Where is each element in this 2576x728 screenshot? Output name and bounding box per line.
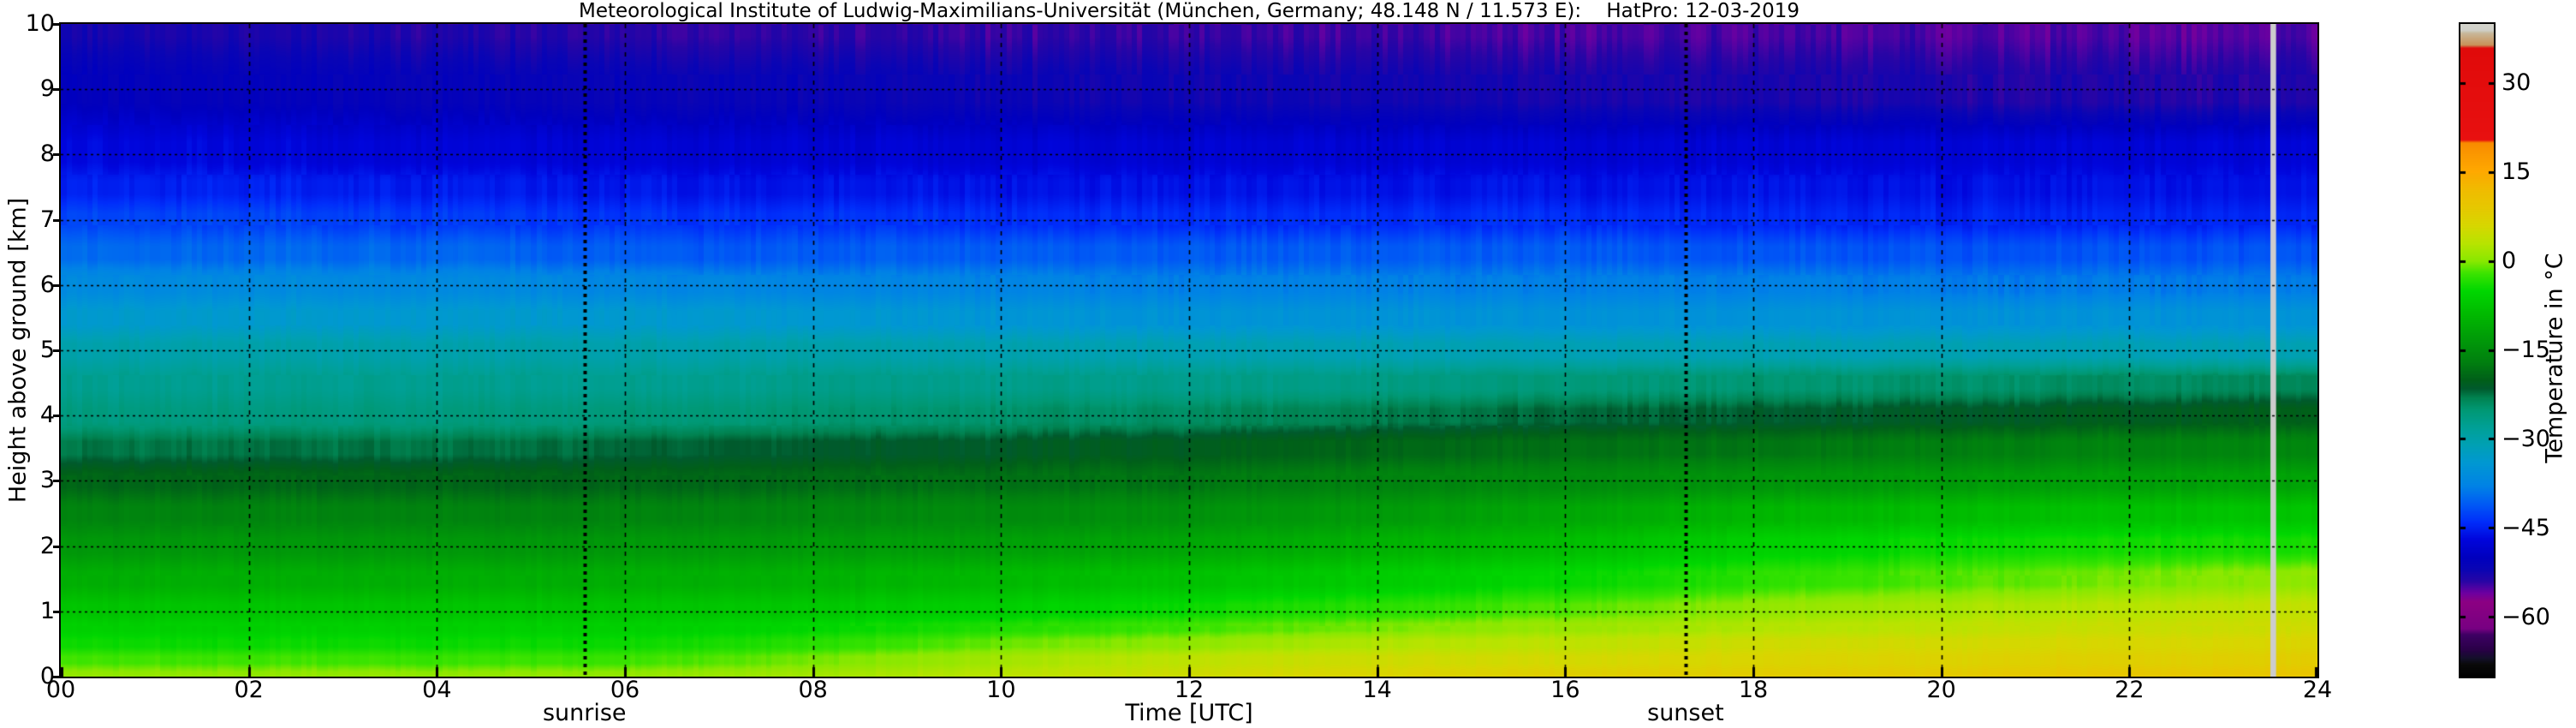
y-tick-mark xyxy=(53,676,61,678)
y-tick-mark xyxy=(53,88,61,92)
figure: Meteorological Institute of Ludwig-Maxim… xyxy=(0,0,2576,728)
y-tick-label: 1 xyxy=(39,597,55,624)
x-tick-label: 18 xyxy=(1738,677,1769,703)
y-tick-mark xyxy=(53,415,61,418)
y-tick-label: 9 xyxy=(39,75,55,103)
y-tick-label: 0 xyxy=(39,663,55,689)
x-tick-label: 20 xyxy=(1926,677,1956,703)
y-tick-mark xyxy=(53,349,61,352)
y-tick-mark xyxy=(53,23,61,26)
colorbar-tick-label: 15 xyxy=(2502,158,2531,186)
x-tick-label: 06 xyxy=(610,677,640,703)
colorbar-tick-label: 30 xyxy=(2502,69,2531,97)
y-tick-mark xyxy=(53,610,61,613)
x-tick-label: 16 xyxy=(1550,677,1580,703)
y-tick-mark xyxy=(53,218,61,222)
y-tick-label: 10 xyxy=(25,10,55,37)
y-tick-mark xyxy=(53,153,61,157)
colorbar-tick-label: 0 xyxy=(2502,248,2517,275)
colorbar-canvas xyxy=(2459,22,2496,678)
heatmap-canvas xyxy=(59,22,2319,678)
y-axis-label: Height above ground [km] xyxy=(4,197,32,504)
colorbar-tick-label: −60 xyxy=(2502,603,2550,630)
y-tick-mark xyxy=(53,283,61,287)
x-tick-label: 24 xyxy=(2302,677,2333,703)
x-tick-label: 12 xyxy=(1174,677,1205,703)
x-tick-label: 04 xyxy=(422,677,452,703)
x-tick-label: 10 xyxy=(986,677,1016,703)
y-tick-label: 8 xyxy=(39,140,55,168)
x-tick-label: 02 xyxy=(234,677,264,703)
x-tick-label: 08 xyxy=(798,677,828,703)
y-tick-mark xyxy=(53,545,61,548)
chart-title: Meteorological Institute of Ludwig-Maxim… xyxy=(578,0,1800,22)
sunrise-annotation: sunrise xyxy=(542,700,627,726)
x-tick-label: 22 xyxy=(2115,677,2145,703)
y-tick-mark xyxy=(53,480,61,483)
x-axis-label: Time [UTC] xyxy=(1125,700,1253,726)
sunset-annotation: sunset xyxy=(1647,700,1724,726)
colorbar-tick-label: −45 xyxy=(2502,514,2550,541)
colorbar-label: Temperature in °C xyxy=(2541,253,2568,463)
x-tick-label: 14 xyxy=(1362,677,1392,703)
y-tick-label: 2 xyxy=(39,532,55,559)
